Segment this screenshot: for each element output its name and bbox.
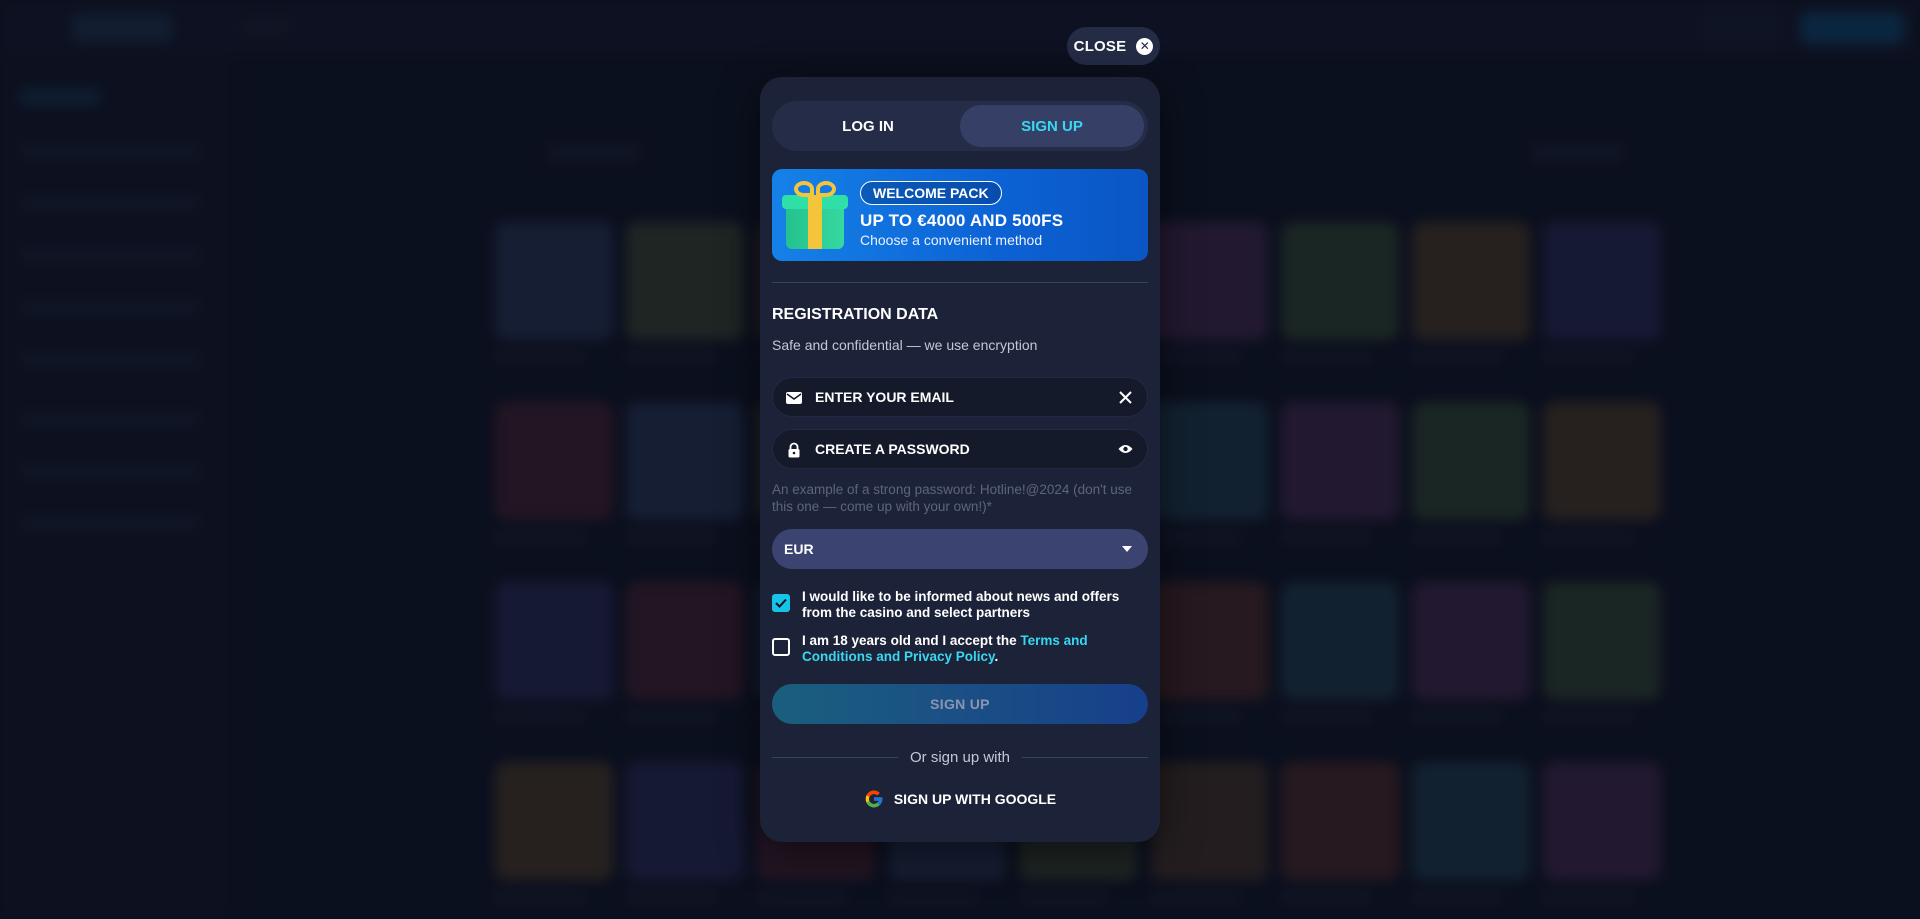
age-consent: I am 18 years old and I accept the Terms… — [772, 633, 1148, 665]
tab-sign-up[interactable]: SIGN UP — [960, 105, 1144, 147]
alt-signup-divider: Or sign up with — [772, 747, 1149, 767]
promo-subtitle: Choose a convenient method — [860, 232, 1043, 248]
alt-signup-text: Or sign up with — [909, 748, 1011, 766]
google-icon — [865, 790, 883, 808]
clear-icon[interactable] — [1117, 389, 1133, 405]
password-field — [772, 429, 1148, 469]
auth-tabs: LOG IN SIGN UP — [772, 101, 1148, 151]
password-input[interactable] — [815, 430, 1105, 468]
email-field — [772, 377, 1148, 417]
registration-subtitle: Safe and confidential — we use encryptio… — [772, 337, 1038, 353]
welcome-pack-badge: WELCOME PACK — [860, 181, 1002, 205]
age-consent-suffix: . — [994, 649, 999, 664]
lock-icon — [788, 442, 800, 458]
close-label: CLOSE — [1073, 37, 1127, 55]
close-icon: ✕ — [1136, 37, 1154, 55]
news-consent-label: I would like to be informed about news a… — [802, 589, 1120, 620]
chevron-down-icon — [1122, 546, 1132, 552]
password-hint: An example of a strong password: Hotline… — [772, 482, 1132, 514]
divider — [772, 282, 1148, 283]
gift-icon — [782, 179, 848, 251]
welcome-pack-banner[interactable]: WELCOME PACK UP TO €4000 AND 500FS Choos… — [772, 169, 1148, 261]
google-signup-button[interactable]: SIGN UP WITH GOOGLE — [772, 779, 1148, 819]
sign-up-button[interactable]: SIGN UP — [772, 684, 1148, 724]
check-icon — [775, 598, 787, 608]
tab-log-in[interactable]: LOG IN — [776, 105, 960, 147]
google-signup-label: SIGN UP WITH GOOGLE — [893, 791, 1057, 807]
currency-select[interactable]: EUR — [772, 529, 1148, 569]
email-input[interactable] — [815, 378, 1105, 416]
news-consent: I would like to be informed about news a… — [772, 589, 1148, 621]
close-button[interactable]: CLOSE ✕ — [1067, 27, 1160, 65]
promo-title: UP TO €4000 AND 500FS — [860, 211, 1064, 230]
news-checkbox[interactable] — [772, 594, 790, 612]
age-consent-text: I am 18 years old and I accept the — [802, 633, 1021, 648]
currency-value: EUR — [784, 541, 814, 557]
age-consent-label: I am 18 years old and I accept the Terms… — [802, 633, 1148, 665]
envelope-icon — [786, 392, 802, 404]
eye-icon[interactable] — [1117, 441, 1133, 457]
auth-modal: LOG IN SIGN UP WELCOME PACK UP TO €4000 … — [760, 77, 1160, 842]
registration-title: REGISTRATION DATA — [772, 306, 939, 323]
age-checkbox[interactable] — [772, 638, 790, 656]
